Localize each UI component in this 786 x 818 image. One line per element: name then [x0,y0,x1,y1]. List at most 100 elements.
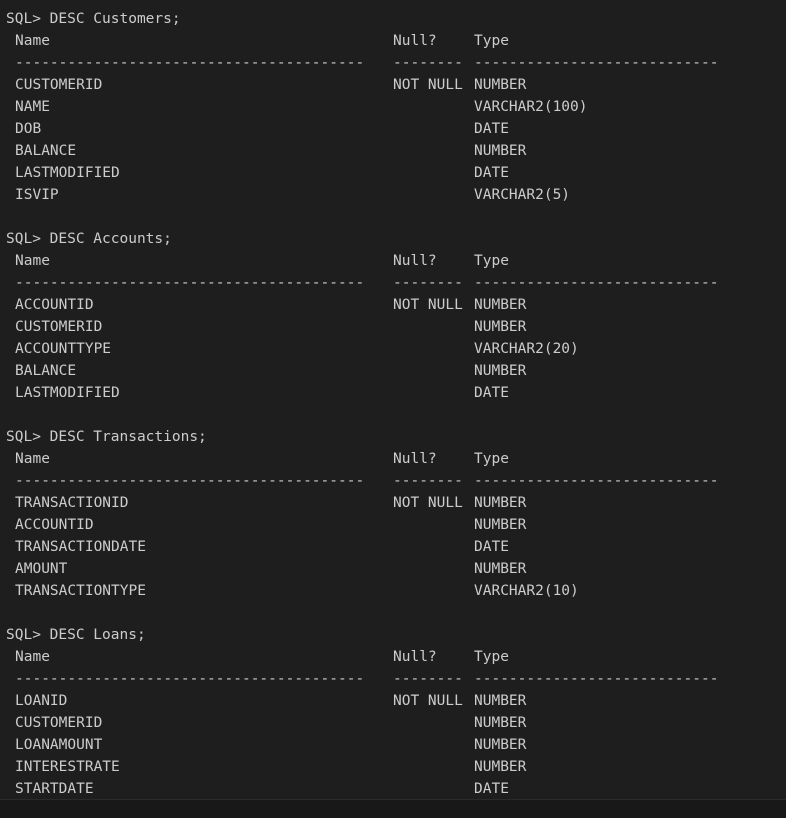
column-name-cell: BALANCE [15,143,77,159]
nullable-cell: Null? [393,253,437,269]
column-name-cell: TRANSACTIONDATE [15,539,146,555]
column-name-cell: LASTMODIFIED [15,385,120,401]
column-name-cell: TRANSACTIONTYPE [15,583,146,599]
data-type-cell: DATE [474,385,509,401]
data-type-cell: ---------------------------- [474,275,719,291]
column-name-cell: ACCOUNTID [15,517,94,533]
sql-prompt-line: SQL> DESC Accounts; [6,231,172,247]
table-row: NAME VARCHAR2(100) [6,96,786,118]
column-name-cell: INTERESTRATE [15,759,120,775]
table-row: ISVIP VARCHAR2(5) [6,184,786,206]
column-name-cell: DOB [15,121,42,137]
data-type-cell: Type [474,451,509,467]
desc-block: SQL> DESC Transactions; Name Null? Type ----… [6,426,786,624]
nullable-cell: -------- [393,473,463,489]
data-type-cell: Type [474,33,509,49]
data-type-cell: DATE [474,539,509,555]
desc-block: SQL> DESC Loans; Name Null? Type -----------… [6,624,786,799]
column-name-cell: BALANCE [15,363,77,379]
table-row: LASTMODIFIED DATE [6,162,786,184]
sql-output: SQL> DESC Customers; Name Null? Type -------… [0,0,786,799]
table-row: CUSTOMERID NOT NULL NUMBER [6,74,786,96]
data-type-cell: DATE [474,121,509,137]
data-type-cell: VARCHAR2(100) [474,99,588,115]
column-name-cell: CUSTOMERID [15,77,103,93]
data-type-cell: NUMBER [474,363,527,379]
column-name-cell: TRANSACTIONID [15,495,129,511]
data-type-cell: NUMBER [474,693,527,709]
column-name-cell: STARTDATE [15,781,94,797]
table-row: INTERESTRATE NUMBER [6,756,786,778]
column-name-cell: Name [15,649,50,665]
data-type-cell: NUMBER [474,77,527,93]
table-row: BALANCE NUMBER [6,140,786,162]
table-row: ACCOUNTID NOT NULL NUMBER [6,294,786,316]
data-type-cell: VARCHAR2(10) [474,583,579,599]
column-name-cell: Name [15,253,50,269]
column-name-cell: ACCOUNTTYPE [15,341,112,357]
data-type-cell: NUMBER [474,297,527,313]
data-type-cell: NUMBER [474,561,527,577]
data-type-cell: NUMBER [474,143,527,159]
desc-block: SQL> DESC Customers; Name Null? Type -------… [6,8,786,228]
sql-prompt-line: SQL> DESC Loans; [6,627,146,643]
column-name-cell: ---------------------------------------- [15,275,365,291]
column-name-cell: LASTMODIFIED [15,165,120,181]
nullable-cell: NOT NULL [393,693,463,709]
table-row: LASTMODIFIED DATE [6,382,786,404]
bottom-panel-edge [0,799,786,818]
data-type-cell: ---------------------------- [474,473,719,489]
data-type-cell: NUMBER [474,715,527,731]
table-row: LOANID NOT NULL NUMBER [6,690,786,712]
table-row: ACCOUNTTYPE VARCHAR2(20) [6,338,786,360]
data-type-cell: ---------------------------- [474,671,719,687]
divider-row: ----------------------------------------… [6,668,786,690]
column-name-cell: ISVIP [15,187,59,203]
nullable-cell: -------- [393,55,463,71]
divider-row: ----------------------------------------… [6,272,786,294]
column-name-cell: ---------------------------------------- [15,671,365,687]
terminal-output-panel[interactable]: SQL> DESC Customers; Name Null? Type -------… [0,0,786,799]
data-type-cell: VARCHAR2(5) [474,187,571,203]
column-name-cell: CUSTOMERID [15,715,103,731]
nullable-cell: NOT NULL [393,77,463,93]
data-type-cell: NUMBER [474,517,527,533]
nullable-cell: Null? [393,451,437,467]
table-row: ACCOUNTID NUMBER [6,514,786,536]
data-type-cell: NUMBER [474,319,527,335]
data-type-cell: Type [474,253,509,269]
divider-row: ----------------------------------------… [6,470,786,492]
table-row: TRANSACTIONTYPE VARCHAR2(10) [6,580,786,602]
column-name-cell: Name [15,33,50,49]
desc-block: SQL> DESC Accounts; Name Null? Type --------… [6,228,786,426]
column-name-cell: ACCOUNTID [15,297,94,313]
data-type-cell: NUMBER [474,495,527,511]
table-row: TRANSACTIONID NOT NULL NUMBER [6,492,786,514]
nullable-cell: Null? [393,649,437,665]
data-type-cell: DATE [474,781,509,797]
table-row: TRANSACTIONDATE DATE [6,536,786,558]
column-name-cell: ---------------------------------------- [15,473,365,489]
data-type-cell: NUMBER [474,737,527,753]
column-name-cell: AMOUNT [15,561,68,577]
data-type-cell: DATE [474,165,509,181]
table-header-row: Name Null? Type [6,646,786,668]
table-header-row: Name Null? Type [6,30,786,52]
column-name-cell: LOANAMOUNT [15,737,103,753]
table-row: LOANAMOUNT NUMBER [6,734,786,756]
data-type-cell: Type [474,649,509,665]
table-row: CUSTOMERID NUMBER [6,712,786,734]
column-name-cell: ---------------------------------------- [15,55,365,71]
sql-prompt-line: SQL> DESC Transactions; [6,429,207,445]
sql-prompt-line: SQL> DESC Customers; [6,11,181,27]
nullable-cell: -------- [393,671,463,687]
nullable-cell: -------- [393,275,463,291]
table-header-row: Name Null? Type [6,448,786,470]
table-row: STARTDATE DATE [6,778,786,799]
divider-row: ----------------------------------------… [6,52,786,74]
table-row: DOB DATE [6,118,786,140]
data-type-cell: VARCHAR2(20) [474,341,579,357]
